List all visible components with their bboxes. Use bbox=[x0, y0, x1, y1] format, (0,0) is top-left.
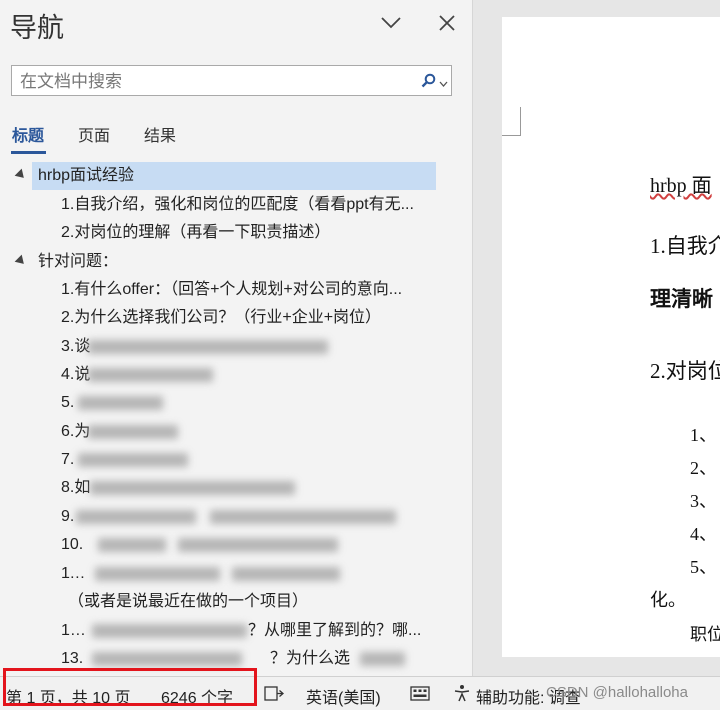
search-dropdown-icon[interactable] bbox=[439, 75, 448, 93]
search-field-container bbox=[11, 65, 452, 96]
doc-title-line: hrbp 面 bbox=[650, 175, 712, 197]
heading-item[interactable]: 2.为什么选择我们公司？（行业+企业+岗位） bbox=[61, 304, 441, 332]
close-icon bbox=[439, 15, 455, 31]
heading-item[interactable]: （或者是说最近在做的一个项目） bbox=[68, 588, 448, 616]
redacted-text bbox=[88, 368, 213, 382]
heading-item[interactable]: 4.说 bbox=[61, 361, 91, 389]
doc-text-line: 化。 bbox=[650, 590, 686, 610]
search-icon[interactable] bbox=[421, 73, 437, 94]
redacted-text bbox=[88, 425, 178, 439]
redacted-text bbox=[90, 481, 295, 495]
heading-item[interactable]: 11.遇 bbox=[61, 560, 91, 588]
red-highlight-box bbox=[3, 668, 257, 706]
language-status[interactable]: 英语(美国) bbox=[306, 684, 381, 708]
heading-item[interactable]: 1.有什么offer：（回答+个人规划+对公司的意向... bbox=[61, 276, 435, 304]
redacted-text bbox=[78, 453, 188, 467]
watermark: CSDN @hallohalloha bbox=[546, 684, 688, 701]
doc-heading-line: 1.自我介 bbox=[650, 234, 720, 258]
document-area[interactable]: hrbp 面 1.自我介 理清晰 2.对岗位 1、 2、 3、 4、 5、 化。… bbox=[473, 0, 720, 676]
proofing-icon[interactable] bbox=[264, 685, 284, 707]
redacted-text bbox=[92, 624, 247, 638]
redacted-text bbox=[88, 340, 328, 354]
doc-bold-line: 理清晰 bbox=[650, 287, 713, 311]
redacted-text bbox=[210, 510, 396, 524]
redacted-text bbox=[98, 538, 166, 552]
doc-list-item: 2、 bbox=[690, 458, 717, 478]
nav-title: 导航 bbox=[10, 13, 64, 43]
redacted-text bbox=[360, 652, 405, 666]
doc-list-item: 3、 bbox=[690, 491, 717, 511]
text-predictions-icon[interactable] bbox=[410, 685, 430, 707]
redacted-text bbox=[76, 510, 196, 524]
heading-item[interactable]: 12.你 bbox=[61, 617, 93, 645]
redacted-text bbox=[78, 396, 163, 410]
doc-list-item: 4、 bbox=[690, 524, 717, 544]
navigation-pane: 导航 标题 页面 结果 hrbp面试经验 1.自我介绍 bbox=[0, 0, 473, 676]
heading-item[interactable]: 1.自我介绍，强化和岗位的匹配度（看看ppt有无... bbox=[61, 191, 441, 219]
margin-corner-mark bbox=[502, 107, 521, 136]
heading-item[interactable]: 6.为 bbox=[61, 418, 91, 446]
heading-item[interactable]: 3.谈 bbox=[61, 333, 91, 361]
search-input[interactable] bbox=[18, 69, 412, 94]
redacted-text bbox=[92, 652, 242, 666]
redacted-text bbox=[95, 567, 220, 581]
redacted-text bbox=[232, 567, 340, 581]
heading-item[interactable]: 针对问题： bbox=[38, 248, 418, 276]
collapse-caret-icon[interactable] bbox=[14, 168, 28, 182]
heading-item-tail[interactable]: ？从哪里了解到的？哪... bbox=[248, 617, 423, 645]
close-pane-button[interactable] bbox=[432, 8, 462, 38]
doc-list-item: 5、 bbox=[690, 557, 717, 577]
active-tab-indicator bbox=[11, 151, 46, 154]
heading-item-tail[interactable]: ？为什么选 bbox=[270, 645, 362, 673]
tab-headings[interactable]: 标题 bbox=[12, 122, 44, 146]
document-page[interactable]: hrbp 面 1.自我介 理清晰 2.对岗位 1、 2、 3、 4、 5、 化。… bbox=[502, 17, 720, 657]
accessibility-icon[interactable] bbox=[452, 684, 472, 708]
tab-results[interactable]: 结果 bbox=[144, 122, 176, 146]
heading-item[interactable]: hrbp面试经验 bbox=[32, 162, 436, 190]
heading-item[interactable]: 8.如 bbox=[61, 474, 91, 502]
heading-item[interactable]: 2.对岗位的理解（再看一下职责描述） bbox=[61, 219, 441, 247]
heading-item[interactable]: 10. bbox=[61, 531, 101, 559]
doc-text-line: 职位 bbox=[690, 625, 720, 644]
pane-options-button[interactable] bbox=[376, 8, 406, 38]
doc-list-item: 1、 bbox=[690, 425, 717, 445]
chevron-down-icon bbox=[381, 17, 401, 29]
doc-heading-line: 2.对岗位 bbox=[650, 359, 720, 383]
redacted-text bbox=[178, 538, 338, 552]
tab-pages[interactable]: 页面 bbox=[78, 122, 110, 146]
collapse-caret-icon[interactable] bbox=[14, 254, 28, 268]
